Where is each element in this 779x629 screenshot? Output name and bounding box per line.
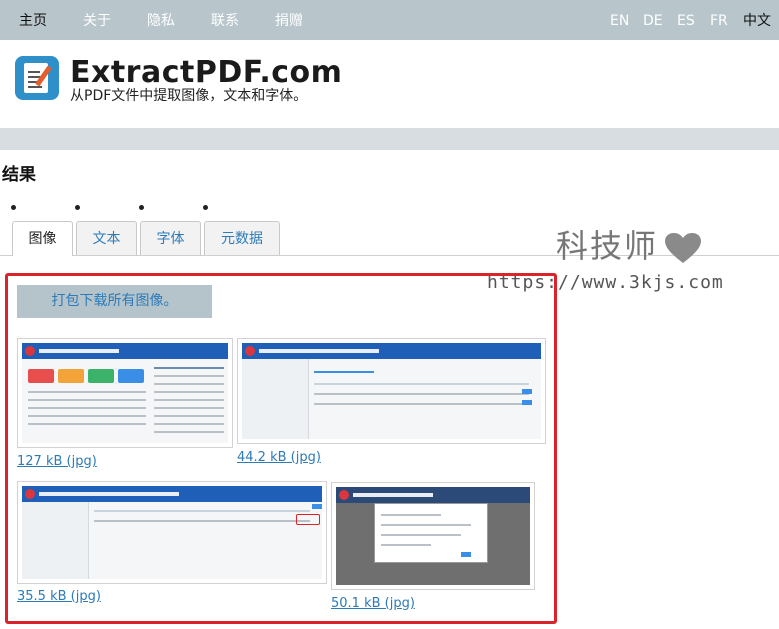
nav-about[interactable]: 关于: [83, 12, 111, 30]
download-all-button[interactable]: 打包下载所有图像。: [17, 285, 212, 318]
site-title[interactable]: ExtractPDF.com: [70, 55, 342, 91]
lang-de[interactable]: DE: [643, 12, 663, 30]
tab-fonts[interactable]: 字体: [140, 221, 201, 255]
results-heading: 结果: [2, 165, 36, 185]
tab-metadata[interactable]: 元数据: [204, 221, 280, 255]
image-size-link-2[interactable]: 44.2 kB (jpg): [237, 450, 321, 466]
image-size-link-3[interactable]: 35.5 kB (jpg): [17, 589, 101, 605]
image-thumbnail-3[interactable]: [17, 481, 327, 584]
site-logo-icon[interactable]: [15, 56, 59, 100]
top-nav: 主页 关于 隐私 联系 捐赠 EN DE ES FR 中文: [0, 0, 779, 40]
tab-text[interactable]: 文本: [76, 221, 137, 255]
lang-zh[interactable]: 中文: [743, 12, 771, 30]
nav-contact[interactable]: 联系: [211, 12, 239, 30]
header-divider: [0, 128, 779, 150]
bullet-dot: [203, 205, 208, 210]
image-size-link-4[interactable]: 50.1 kB (jpg): [331, 596, 415, 612]
nav-donate[interactable]: 捐赠: [275, 12, 303, 30]
site-subtitle: 从PDF文件中提取图像，文本和字体。: [70, 88, 308, 104]
image-thumbnail-1[interactable]: [17, 338, 233, 448]
image-size-link-1[interactable]: 127 kB (jpg): [17, 454, 97, 470]
lang-en[interactable]: EN: [610, 12, 629, 30]
tab-images[interactable]: 图像: [12, 221, 73, 256]
watermark-text: 科技师: [556, 227, 659, 265]
bullet-dot: [75, 205, 80, 210]
image-thumbnail-2[interactable]: [237, 338, 546, 444]
nav-privacy[interactable]: 隐私: [147, 12, 175, 30]
heart-icon: [665, 233, 701, 263]
bullet-dot: [139, 205, 144, 210]
lang-es[interactable]: ES: [677, 12, 695, 30]
image-thumbnail-4[interactable]: [331, 482, 535, 590]
lang-fr[interactable]: FR: [710, 12, 728, 30]
nav-home[interactable]: 主页: [19, 12, 47, 30]
bullet-dot: [11, 205, 16, 210]
